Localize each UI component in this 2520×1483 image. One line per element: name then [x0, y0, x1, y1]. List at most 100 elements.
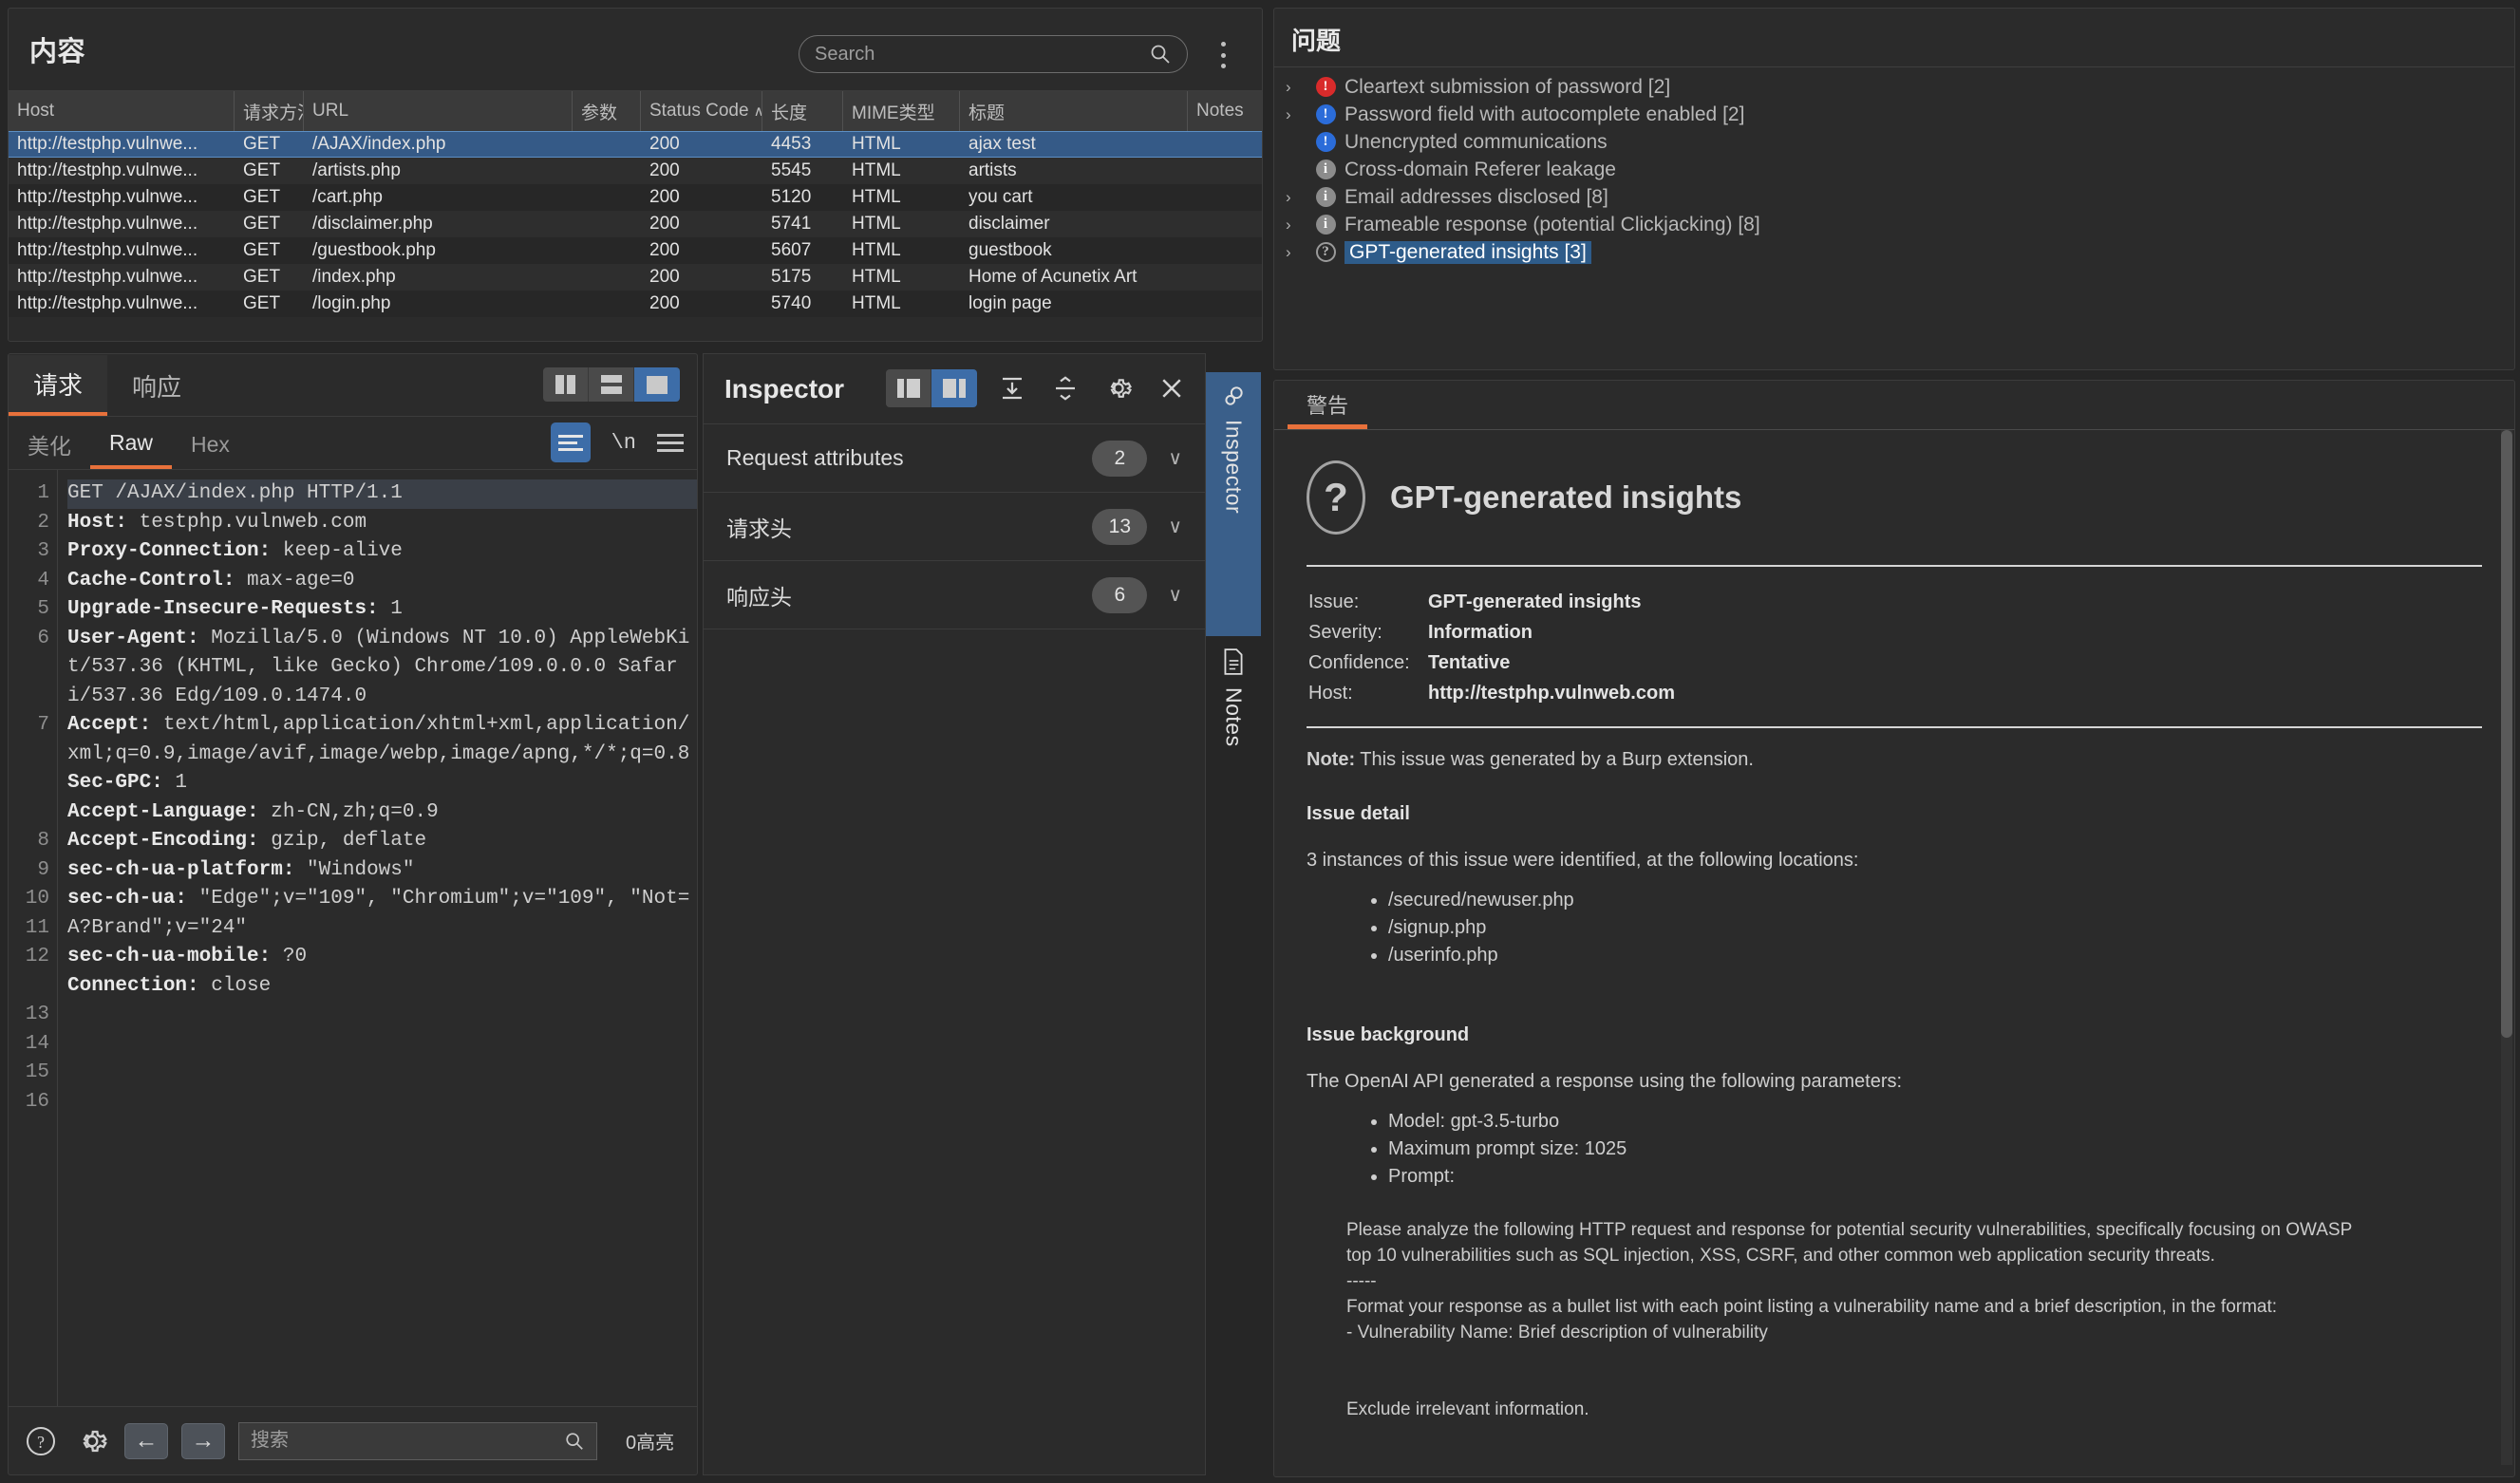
- cell-host: http://testphp.vulnwe...: [17, 134, 198, 154]
- column-header-url[interactable]: URL: [304, 91, 573, 131]
- back-button[interactable]: ←: [124, 1422, 168, 1459]
- cell-title: disclaimer: [969, 214, 1050, 234]
- issue-background-text: The OpenAI API generated a response usin…: [1307, 1071, 1903, 1092]
- issue-row[interactable]: ›? GPT-generated insights [3]: [1274, 238, 2514, 266]
- svg-text:?: ?: [37, 1433, 45, 1452]
- cell-url: /cart.php: [312, 187, 383, 207]
- chevron-right-icon[interactable]: ›: [1286, 105, 1310, 124]
- forward-button[interactable]: →: [181, 1422, 225, 1459]
- cell-method: GET: [243, 134, 281, 154]
- column-header-length[interactable]: 长度: [762, 91, 843, 131]
- tab-raw[interactable]: Raw: [90, 420, 173, 469]
- line-number: 9: [37, 858, 49, 881]
- cell-status: 200: [649, 160, 680, 180]
- issue-locations-list: /secured/newuser.php/signup.php/userinfo…: [1388, 887, 2482, 969]
- inspector-section-row[interactable]: 请求头 13 ∨: [704, 493, 1205, 561]
- layout-side-by-side-button[interactable]: [543, 367, 589, 402]
- table-row[interactable]: http://testphp.vulnwe... GET/disclaimer.p…: [9, 211, 1262, 237]
- more-options-icon[interactable]: [1211, 39, 1235, 71]
- inspector-section-row[interactable]: 响应头 6 ∨: [704, 561, 1205, 629]
- column-header-title[interactable]: 标题: [960, 91, 1188, 131]
- layout-toggle-group: [543, 367, 680, 402]
- table-row[interactable]: http://testphp.vulnwe... GET/guestbook.ph…: [9, 237, 1262, 264]
- history-search-box[interactable]: [799, 35, 1188, 73]
- issue-row[interactable]: ! Unencrypted communications: [1274, 128, 2514, 156]
- layout-stacked-button[interactable]: [589, 367, 634, 402]
- tab-advisory[interactable]: 警告: [1288, 384, 1368, 429]
- detail-scrollbar-thumb[interactable]: [2501, 430, 2512, 1038]
- tab-pretty[interactable]: 美化: [9, 420, 90, 469]
- tab-response[interactable]: 响应: [107, 355, 206, 416]
- close-icon[interactable]: [1154, 370, 1190, 406]
- chevron-right-icon[interactable]: ›: [1286, 188, 1310, 207]
- inspector-dock-right-button[interactable]: [931, 369, 977, 407]
- page-title: 内容: [29, 37, 86, 67]
- issue-row[interactable]: › i Frameable response (potential Clickjac…: [1274, 211, 2514, 238]
- table-row[interactable]: http://testphp.vulnwe... GET/index.php 200…: [9, 264, 1262, 291]
- meta-row: Confidence: Tentative: [1308, 648, 1675, 677]
- table-row[interactable]: http://testphp.vulnwe... GET/cart.php 200 5…: [9, 184, 1262, 211]
- search-input[interactable]: [815, 43, 1149, 66]
- column-header-notes[interactable]: Notes: [1188, 91, 1262, 131]
- vertical-tab-inspector[interactable]: Inspector: [1206, 372, 1261, 636]
- issue-meta-table: Issue: GPT-generated insights Severity: Inf…: [1307, 586, 1677, 709]
- inspector-section-row[interactable]: Request attributes 2 ∨: [704, 424, 1205, 493]
- table-row[interactable]: http://testphp.vulnwe... GET/AJAX/index.p…: [9, 131, 1262, 158]
- tab-hex[interactable]: Hex: [172, 420, 249, 469]
- cell-title: ajax test: [969, 134, 1036, 154]
- detail-scrollbar[interactable]: [2501, 430, 2512, 1465]
- gear-icon[interactable]: [1100, 370, 1137, 406]
- table-row[interactable]: http://testphp.vulnwe... GET/artists.php 2…: [9, 158, 1262, 184]
- history-table: Host 请求方法 URL 参数 Status Code ∧ 长度 MIME类型…: [9, 90, 1262, 341]
- issue-row[interactable]: i Cross-domain Referer leakage: [1274, 156, 2514, 183]
- highlight-count-label: 0高亮: [626, 1433, 675, 1454]
- issue-row[interactable]: ›! Password field with autocomplete enabl…: [1274, 101, 2514, 128]
- column-header-mime[interactable]: MIME类型: [843, 91, 960, 131]
- column-header-method[interactable]: 请求方法: [235, 91, 304, 131]
- chevron-down-icon[interactable]: ∨: [1168, 446, 1182, 470]
- column-header-params[interactable]: 参数: [573, 91, 641, 131]
- request-code-area[interactable]: 123456 7 8 9 10 11 12 13 14 15 16 GET /AJAX/ind…: [9, 470, 697, 1406]
- column-header-status-code[interactable]: Status Code ∧: [641, 91, 762, 131]
- column-header-host[interactable]: Host: [9, 91, 235, 131]
- vertical-tab-notes[interactable]: Notes: [1206, 636, 1261, 771]
- chevron-down-icon[interactable]: ∨: [1168, 515, 1182, 538]
- request-raw-text[interactable]: GET /AJAX/index.php HTTP/1.1 Host: testph…: [58, 470, 697, 1406]
- editor-search-input[interactable]: [251, 1430, 564, 1452]
- chevron-right-icon[interactable]: ›: [1286, 216, 1310, 235]
- cell-method: GET: [243, 214, 281, 234]
- chevron-right-icon[interactable]: ›: [1286, 78, 1310, 97]
- tab-request[interactable]: 请求: [9, 355, 108, 416]
- editor-menu-icon[interactable]: [657, 433, 684, 452]
- issue-note-label: Note:: [1307, 749, 1356, 770]
- chevron-right-icon[interactable]: ›: [1286, 243, 1310, 262]
- request-line: Sec-GPC: 1: [67, 772, 188, 794]
- editor-search-box[interactable]: [238, 1421, 597, 1460]
- issue-label: GPT-generated insights [3]: [1345, 240, 1591, 264]
- line-number-gutter: 123456 7 8 9 10 11 12 13 14 15 16: [9, 470, 58, 1406]
- word-wrap-icon[interactable]: [550, 422, 591, 462]
- gear-icon[interactable]: [73, 1422, 111, 1460]
- help-icon[interactable]: ?: [22, 1422, 60, 1460]
- cell-host: http://testphp.vulnwe...: [17, 187, 198, 207]
- issue-row[interactable]: ›! Cleartext submission of password [2]: [1274, 73, 2514, 101]
- layout-single-button[interactable]: [634, 367, 680, 402]
- issues-title: 问题: [1291, 27, 1342, 55]
- inspector-dock-left-button[interactable]: [886, 369, 931, 407]
- cell-host: http://testphp.vulnwe...: [17, 267, 198, 287]
- issue-row[interactable]: › i Email addresses disclosed [8]: [1274, 183, 2514, 211]
- param-item: Model: gpt-3.5-turbo: [1388, 1108, 2482, 1136]
- line-number: 15: [25, 1061, 49, 1083]
- issue-note-text: This issue was generated by a Burp exten…: [1355, 749, 1754, 770]
- request-line: [67, 1001, 697, 1030]
- meta-key: Severity:: [1308, 622, 1382, 643]
- question-mark-icon: ?: [1307, 460, 1365, 535]
- show-newlines-icon[interactable]: \n: [611, 431, 636, 455]
- expand-all-icon[interactable]: [1047, 370, 1083, 406]
- issue-detail-text: 3 instances of this issue were identifie…: [1307, 850, 1859, 871]
- request-line: GET /AJAX/index.php HTTP/1.1: [67, 479, 697, 509]
- table-row[interactable]: http://testphp.vulnwe... GET/login.php 200…: [9, 291, 1262, 317]
- chevron-down-icon[interactable]: ∨: [1168, 583, 1182, 607]
- collapse-all-icon[interactable]: [994, 370, 1030, 406]
- cell-length: 5607: [771, 240, 812, 260]
